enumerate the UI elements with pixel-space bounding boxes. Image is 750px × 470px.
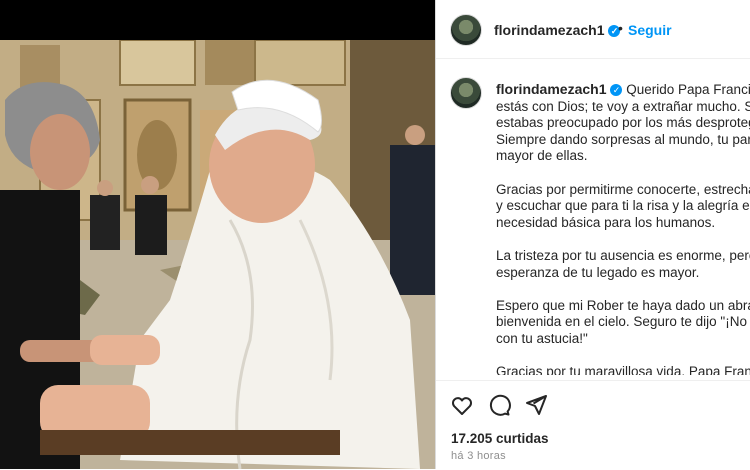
- verified-badge-icon: ✓: [610, 84, 623, 96]
- caption-line: esperanza de tu legado es mayor.: [496, 264, 700, 280]
- post-time[interactable]: há 3 horas: [451, 450, 506, 462]
- caption-line: con tu astucia!": [496, 330, 588, 346]
- caption-line: estás con Dios; te voy a extrañar mucho.…: [496, 98, 750, 114]
- caption-line: Gracias por permitirme conocerte, estrec…: [496, 181, 750, 197]
- caption-line: necesidad básica para los humanos.: [496, 214, 716, 230]
- actions-bar: 17.205 curtidas há 3 horas: [436, 380, 750, 470]
- username-link[interactable]: florindamezach1 ✓: [494, 22, 621, 38]
- follow-button[interactable]: Seguir: [628, 22, 672, 38]
- caption-line: Gracias por tu maravillosa vida, Papa Fr…: [496, 364, 750, 375]
- top-black-strip: [0, 0, 435, 40]
- caption-paragraph: La tristeza por tu ausencia es enorme, p…: [496, 248, 750, 281]
- share-icon[interactable]: [524, 393, 548, 417]
- post-panel: florindamezach1 ✓ • Seguir florindamezach…: [435, 0, 750, 469]
- avatar[interactable]: [450, 14, 482, 46]
- caption: florindamezach1✓ Querido Papa Franciscoe…: [436, 59, 750, 375]
- separator-dot: •: [618, 20, 623, 36]
- caption-line: y escuchar que para ti la risa y la aleg…: [496, 198, 750, 214]
- caption-paragraph: florindamezach1✓ Querido Papa Franciscoe…: [496, 81, 750, 165]
- caption-line: florindamezach1 ✓ Querido Papa Francisco: [496, 81, 750, 99]
- caption-avatar[interactable]: [450, 77, 482, 109]
- caption-line: Espero que mi Rober te haya dado un abra…: [496, 297, 750, 313]
- post-photo[interactable]: [0, 40, 435, 469]
- caption-username-link[interactable]: florindamezach1: [496, 81, 606, 97]
- caption-paragraph: Gracias por tu maravillosa vida, Papa Fr…: [496, 364, 750, 375]
- comment-icon[interactable]: [487, 393, 511, 417]
- caption-line: La tristeza por tu ausencia es enorme, p…: [496, 247, 750, 263]
- caption-paragraph: Gracias por permitirme conocerte, estrec…: [496, 182, 750, 232]
- caption-text: florindamezach1✓ Querido Papa Franciscoe…: [496, 81, 750, 375]
- post-header: florindamezach1 ✓ • Seguir: [436, 0, 750, 59]
- caption-paragraph: Espero que mi Rober te haya dado un abra…: [496, 298, 750, 348]
- heart-icon[interactable]: [450, 393, 474, 417]
- caption-line: estabas preocupado por los más desproteg: [496, 115, 750, 131]
- caption-line: mayor de ellas.: [496, 148, 588, 164]
- caption-line: Siempre dando sorpresas al mundo, tu par…: [496, 131, 750, 147]
- caption-line: bienvenida en el cielo. Seguro te dijo "…: [496, 314, 750, 330]
- photo-illustration: [0, 40, 435, 469]
- likes-count[interactable]: 17.205 curtidas: [451, 431, 549, 446]
- caption-line-text: Querido Papa Francisco: [626, 82, 750, 97]
